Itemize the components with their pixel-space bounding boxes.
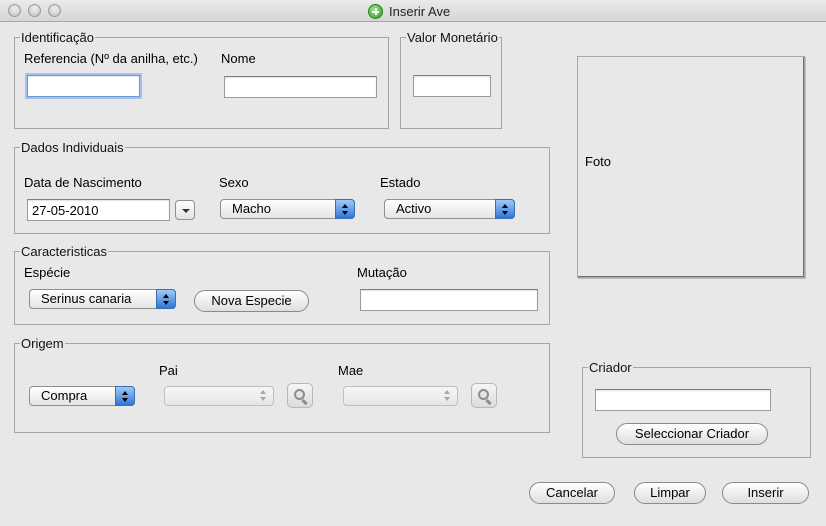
minimize-window-button[interactable] <box>28 4 41 17</box>
search-pai-button[interactable] <box>287 383 313 408</box>
estado-select[interactable]: Activo <box>384 199 515 219</box>
up-down-arrows-icon <box>495 199 515 219</box>
window-title: Inserir Ave <box>389 3 451 19</box>
especie-label: Espécie <box>24 265 71 280</box>
sexo-label: Sexo <box>219 175 249 190</box>
sexo-select[interactable]: Macho <box>220 199 355 219</box>
mae-label: Mae <box>338 363 364 378</box>
caracteristicas-group: Caracteristicas <box>14 244 550 325</box>
mae-select[interactable] <box>343 386 458 406</box>
mutacao-input[interactable] <box>360 289 538 311</box>
caracteristicas-legend: Caracteristicas <box>21 244 107 259</box>
pai-label: Pai <box>159 363 178 378</box>
dados-individuais-legend: Dados Individuais <box>21 140 124 155</box>
photo-panel[interactable]: Foto <box>577 56 805 278</box>
origem-legend: Origem <box>21 336 64 351</box>
estado-label: Estado <box>380 175 421 190</box>
window-title-group: Inserir Ave <box>368 3 450 19</box>
valor-monetario-legend: Valor Monetário <box>407 30 498 45</box>
origem-group: Origem <box>14 336 550 433</box>
up-down-arrows-icon <box>438 386 458 406</box>
referencia-label: Referencia (Nº da anilha, etc.) <box>24 51 198 66</box>
nova-especie-button[interactable]: Nova Especie <box>194 290 309 312</box>
date-picker-button[interactable] <box>175 200 195 220</box>
data-nascimento-label: Data de Nascimento <box>24 175 142 190</box>
criador-input[interactable] <box>595 389 771 411</box>
estado-selected-value: Activo <box>396 201 432 216</box>
up-down-arrows-icon <box>115 386 135 406</box>
clear-button[interactable]: Limpar <box>634 482 706 504</box>
data-nascimento-input[interactable] <box>27 199 170 221</box>
insert-button[interactable]: Inserir <box>722 482 809 504</box>
add-icon <box>368 3 383 19</box>
referencia-input[interactable] <box>27 75 140 97</box>
up-down-arrows-icon <box>254 386 274 406</box>
valor-monetario-input[interactable] <box>413 75 491 97</box>
foto-label: Foto <box>585 154 612 169</box>
up-down-arrows-icon <box>156 289 176 309</box>
especie-selected-value: Serinus canaria <box>41 291 132 306</box>
sexo-selected-value: Macho <box>232 201 272 216</box>
seleccionar-criador-button[interactable]: Seleccionar Criador <box>616 423 768 445</box>
criador-legend: Criador <box>589 360 632 375</box>
search-mae-button[interactable] <box>471 383 497 408</box>
insert-bird-window: Inserir Ave Identificação Referencia (Nº… <box>0 0 826 526</box>
origem-selected-value: Compra <box>41 388 88 403</box>
especie-select[interactable]: Serinus canaria <box>29 289 176 309</box>
origem-select[interactable]: Compra <box>29 386 135 406</box>
pai-select[interactable] <box>164 386 274 406</box>
identificacao-legend: Identificação <box>21 30 94 45</box>
nome-label: Nome <box>221 51 256 66</box>
close-window-button[interactable] <box>8 4 21 17</box>
zoom-window-button[interactable] <box>48 4 61 17</box>
up-down-arrows-icon <box>335 199 355 219</box>
cancel-button[interactable]: Cancelar <box>529 482 615 504</box>
mutacao-label: Mutação <box>357 265 407 280</box>
title-bar[interactable]: Inserir Ave <box>0 0 826 22</box>
nome-input[interactable] <box>224 76 377 98</box>
